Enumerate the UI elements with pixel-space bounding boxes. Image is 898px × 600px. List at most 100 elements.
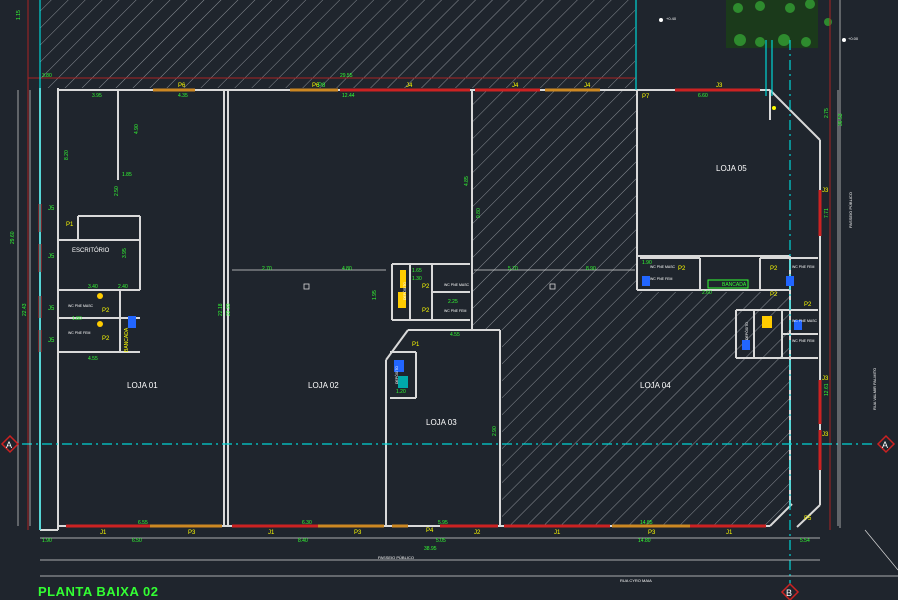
label-wc-i: WC PNE FEM — [650, 277, 672, 281]
svg-text:22.43: 22.43 — [22, 303, 28, 316]
svg-text:1.95: 1.95 — [372, 290, 378, 300]
label-p3-b: P3 — [354, 530, 362, 536]
hatch-loja04-lower — [472, 270, 790, 526]
label-p3-c: P3 — [648, 530, 656, 536]
svg-text:29.55: 29.55 — [340, 73, 353, 79]
label-wc-e: WC PNE MASC — [650, 265, 676, 269]
label-p1-mid: P1 — [412, 342, 420, 348]
label-passeio-bottom: PASSEIO PÚBLICO — [378, 555, 414, 560]
svg-text:6.30: 6.30 — [302, 520, 312, 526]
label-j5-b: J5 — [48, 254, 55, 260]
label-wc-d: WC PNE FEM — [444, 309, 466, 313]
label-bancada-left: BANCADA — [124, 327, 130, 352]
svg-text:6.55: 6.55 — [138, 520, 148, 526]
svg-text:1.90: 1.90 — [642, 260, 652, 266]
svg-text:12.61: 12.61 — [824, 383, 830, 396]
label-p1-left: P1 — [66, 222, 74, 228]
svg-text:22.18: 22.18 — [218, 303, 224, 316]
label-rua-cyro: RUA CYRO MAIA — [620, 578, 652, 583]
svg-text:4.85: 4.85 — [464, 176, 470, 186]
label-j5-a: J5 — [48, 206, 55, 212]
svg-text:8.90: 8.90 — [586, 266, 596, 272]
section-a-right-label: A — [882, 440, 888, 450]
svg-text:3.95: 3.95 — [92, 93, 102, 99]
floor-plan-drawing: A A B LOJA 01 LOJA 02 LOJA 03 LOJA 04 LO… — [0, 0, 898, 600]
svg-text:8.40: 8.40 — [298, 538, 308, 544]
label-p3-a: P3 — [188, 530, 196, 536]
drawing-title: PLANTA BAIXA 02 — [38, 584, 159, 599]
svg-text:14.80: 14.80 — [638, 538, 651, 544]
svg-text:4.55: 4.55 — [450, 332, 460, 338]
svg-text:7.71: 7.71 — [824, 208, 830, 218]
label-j4-a: J4 — [406, 83, 413, 89]
label-p2-g: P2 — [770, 292, 778, 298]
svg-text:1.90: 1.90 — [42, 538, 52, 544]
label-wc-g: WC PNE FEM — [792, 339, 814, 343]
label-p6-a: P6 — [178, 83, 186, 89]
svg-text:12.44: 12.44 — [342, 93, 355, 99]
label-j1-a: J1 — [100, 530, 107, 536]
level-top: +0.40 — [666, 16, 677, 21]
label-p5: P5 — [804, 516, 812, 522]
svg-text:6.50: 6.50 — [132, 538, 142, 544]
room-label-loja03: LOJA 03 — [426, 418, 457, 427]
room-label-loja05: LOJA 05 — [716, 164, 747, 173]
svg-text:1.85: 1.85 — [122, 172, 132, 178]
label-j1-c: J1 — [554, 530, 561, 536]
label-j4-b: J4 — [512, 83, 519, 89]
room-label-loja04: LOJA 04 — [640, 381, 671, 390]
label-j3-top: J3 — [716, 83, 723, 89]
svg-text:4.80: 4.80 — [342, 266, 352, 272]
room-label-escritorio: ESCRITÓRIO — [72, 247, 110, 254]
label-wc-a: WC PNE MASC — [68, 304, 94, 308]
label-j3-a: J3 — [822, 188, 829, 194]
svg-text:2.75: 2.75 — [824, 108, 830, 118]
svg-text:4.55: 4.55 — [88, 356, 98, 362]
room-label-loja02: LOJA 02 — [308, 381, 339, 390]
svg-text:2.25: 2.25 — [448, 299, 458, 305]
svg-text:29.60: 29.60 — [10, 231, 16, 244]
label-p2-a: P2 — [102, 308, 110, 314]
label-wc-b: WC PNE FEM — [68, 331, 90, 335]
label-j5-d: J5 — [48, 338, 55, 344]
svg-text:1.65: 1.65 — [412, 268, 422, 274]
label-j4-c: J4 — [584, 83, 591, 89]
svg-text:2.40: 2.40 — [118, 284, 128, 290]
section-b-label: B — [786, 588, 792, 598]
label-p7: P7 — [642, 94, 650, 100]
label-dep-b: DEPÓSITO — [394, 366, 399, 384]
svg-text:8.20: 8.20 — [64, 150, 70, 160]
svg-text:1.15: 1.15 — [16, 10, 22, 20]
label-j4-bottom: P4 — [426, 528, 434, 534]
label-wc-c: WC PNE MASC — [444, 283, 470, 287]
label-bancada-right: BANCADA — [722, 282, 747, 288]
svg-text:4.90: 4.90 — [134, 124, 140, 134]
label-j3-b: J3 — [822, 376, 829, 382]
svg-text:2.60: 2.60 — [702, 290, 712, 296]
svg-text:14.85: 14.85 — [640, 520, 653, 526]
svg-text:6.60: 6.60 — [698, 93, 708, 99]
label-j1-b: J1 — [268, 530, 275, 536]
svg-text:2.50: 2.50 — [114, 186, 120, 196]
label-wc-h: WC PNE MASC — [792, 319, 818, 323]
label-j2: J2 — [474, 530, 481, 536]
label-p2-c: P2 — [422, 284, 430, 290]
svg-text:1.20: 1.20 — [396, 389, 406, 395]
label-passeio-right: PASSEIO PÚBLICO — [848, 192, 853, 228]
label-j3-c: J3 — [822, 432, 829, 438]
svg-text:36.53: 36.53 — [838, 113, 844, 126]
hatch-top-area — [40, 0, 635, 88]
label-wc-f: WC PNE FEM — [792, 265, 814, 269]
label-p2-e: P2 — [678, 266, 686, 272]
svg-text:5.70: 5.70 — [508, 266, 518, 272]
svg-text:3.80: 3.80 — [42, 73, 52, 79]
room-label-loja01: LOJA 01 — [127, 381, 158, 390]
svg-text:5.95: 5.95 — [438, 520, 448, 526]
label-j5-c: J5 — [48, 306, 55, 312]
label-p8: P8 — [318, 83, 326, 89]
label-p2-d: P2 — [422, 308, 430, 314]
svg-text:3.40: 3.40 — [88, 284, 98, 290]
label-rua-right: RUA VALMIR PALMITO — [872, 368, 877, 410]
svg-text:22.33: 22.33 — [226, 303, 232, 316]
svg-text:38.95: 38.95 — [424, 546, 437, 552]
